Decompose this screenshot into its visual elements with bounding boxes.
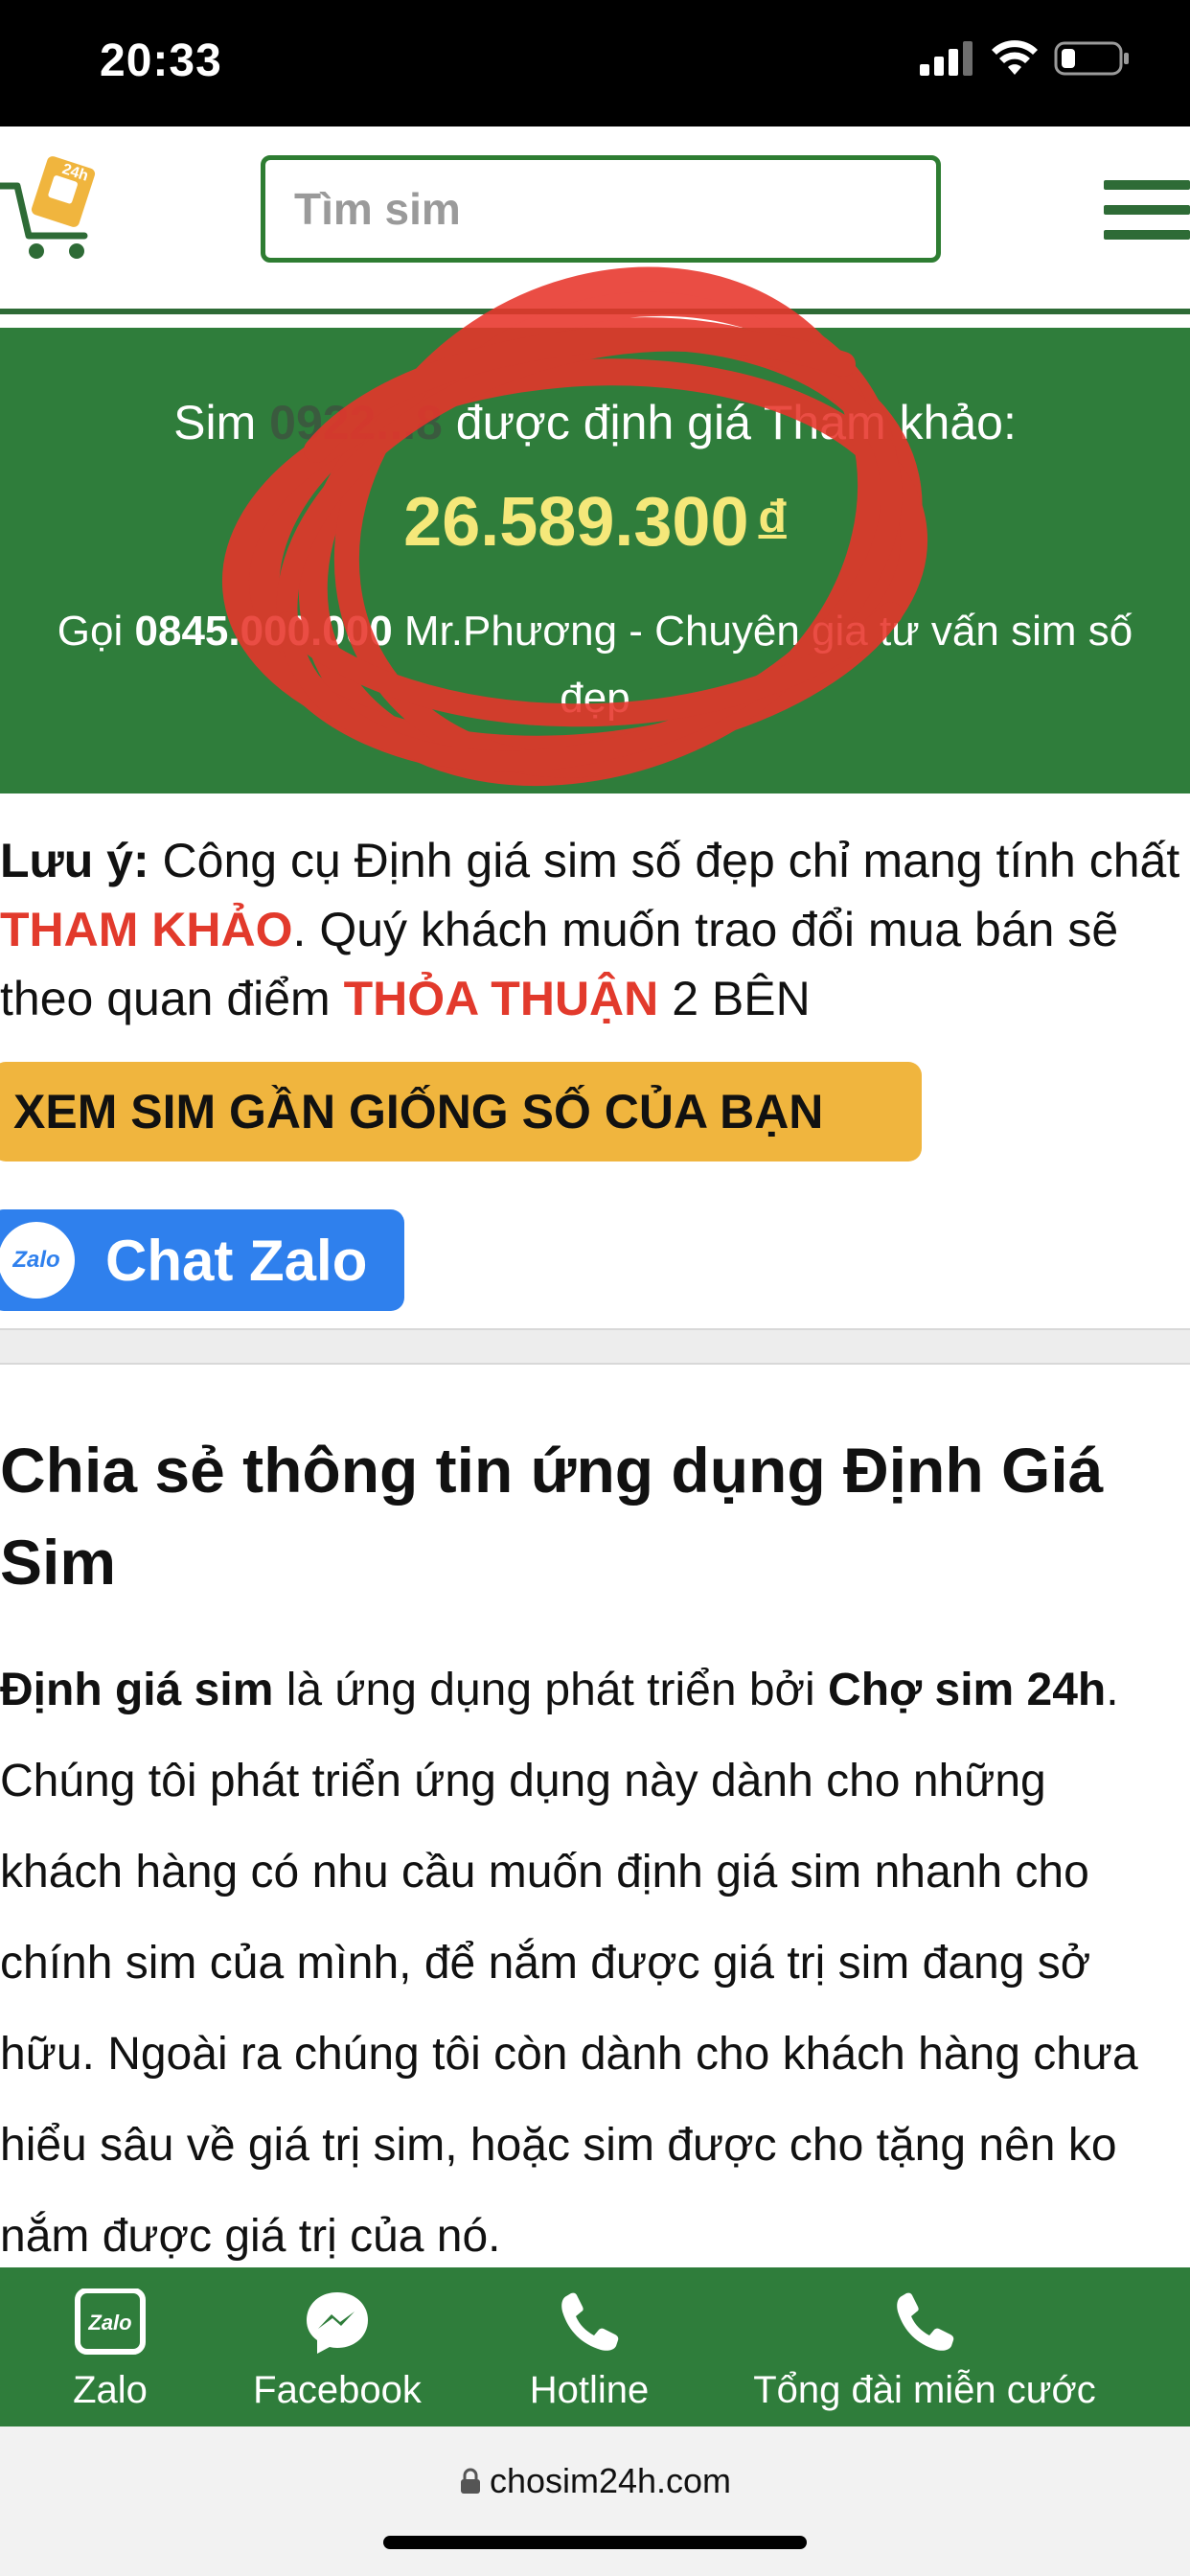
article-body: Định giá sim là ứng dụng phát triển bởi …	[0, 1644, 1177, 2282]
cart-logo-icon[interactable]: 24h	[0, 148, 105, 263]
nav-facebook-label: Facebook	[253, 2369, 422, 2411]
wifi-icon	[992, 40, 1038, 75]
disclaimer-note: Lưu ý: Công cụ Định giá sim số đẹp chỉ m…	[0, 826, 1190, 1033]
note-label: Lưu ý:	[0, 834, 149, 887]
price-unit: đ	[758, 492, 787, 542]
article-text: là ứng dụng phát triển bởi	[286, 1665, 815, 1715]
bottom-nav: Zalo Zalo Facebook Hotline Tổng đài miễn…	[0, 2267, 1190, 2426]
nav-hotline-label: Hotline	[529, 2369, 650, 2411]
section-divider	[0, 1328, 1190, 1365]
note-text: 2 BÊN	[672, 972, 811, 1025]
battery-icon	[1054, 41, 1129, 76]
nav-free-call-label: Tổng đài miễn cước	[753, 2369, 1096, 2411]
nav-zalo-label: Zalo	[73, 2369, 148, 2411]
nav-facebook[interactable]: Facebook	[241, 2267, 433, 2426]
valuation-suffix: được định giá Tham khảo:	[455, 396, 1017, 449]
consult-phone-link[interactable]: 0845.000.000	[135, 608, 393, 655]
browser-address-bar: chosim24h.com	[0, 2426, 1190, 2576]
lock-icon	[460, 2468, 480, 2494]
consultant-info: Gọi 0845.000.000 Mr.Phương - Chuyên gia …	[38, 598, 1152, 732]
price-value: 26.589.300	[403, 484, 749, 561]
status-bar: 20:33	[0, 0, 1190, 126]
consult-suffix: Mr.Phương - Chuyên gia tư vấn sim số đẹp	[403, 608, 1133, 722]
nav-zalo[interactable]: Zalo Zalo	[38, 2267, 182, 2426]
phone-icon	[888, 2288, 961, 2358]
hamburger-menu-icon[interactable]	[1104, 180, 1190, 242]
search-input[interactable]	[261, 155, 941, 263]
valuation-line: Sim 0922...8 được định giá Tham khảo:	[0, 395, 1190, 450]
article-title: Chia sẻ thông tin ứng dụng Định Giá Sim	[0, 1435, 1104, 1598]
article-text: . Chúng tôi phát triển ứng dụng này dành…	[0, 1665, 1138, 2262]
note-highlight-reference: THAM KHẢO	[0, 903, 293, 956]
signal-icon	[920, 41, 973, 76]
zalo-icon: Zalo	[0, 1222, 75, 1299]
chat-zalo-button[interactable]: Zalo Chat Zalo	[0, 1209, 404, 1311]
url-text: chosim24h.com	[489, 2461, 732, 2500]
valuation-result-panel: Sim 0922...8 được định giá Tham khảo: 26…	[0, 328, 1190, 794]
note-highlight-agreement: THỎA THUẬN	[343, 972, 659, 1025]
valuation-prefix: Sim	[173, 396, 257, 449]
home-indicator[interactable]	[383, 2536, 807, 2549]
nav-hotline[interactable]: Hotline	[508, 2267, 671, 2426]
messenger-icon	[301, 2288, 374, 2358]
header-divider	[0, 309, 1190, 314]
nav-free-call-center[interactable]: Tổng đài miễn cước	[747, 2267, 1102, 2426]
view-similar-sims-button[interactable]: XEM SIM GẦN GIỐNG SỐ CỦA BẠN	[0, 1062, 922, 1162]
status-icons	[920, 40, 1131, 77]
zalo-icon: Zalo	[74, 2288, 147, 2358]
consult-prefix: Gọi	[57, 608, 124, 655]
valuation-price: 26.589.300 đ	[0, 483, 1190, 562]
phone-icon	[553, 2288, 626, 2358]
chat-zalo-label: Chat Zalo	[105, 1228, 368, 1293]
sim-number: 0922...8	[269, 396, 443, 449]
article-bold: Chợ sim 24h	[828, 1665, 1107, 1715]
note-text: Công cụ Định giá sim số đẹp chỉ mang tín…	[162, 834, 1180, 887]
status-time: 20:33	[100, 35, 222, 86]
article-bold: Định giá sim	[0, 1665, 274, 1715]
site-header: 24h	[0, 126, 1190, 314]
svg-text:Zalo: Zalo	[87, 2311, 131, 2334]
url-display[interactable]: chosim24h.com	[0, 2461, 1190, 2501]
